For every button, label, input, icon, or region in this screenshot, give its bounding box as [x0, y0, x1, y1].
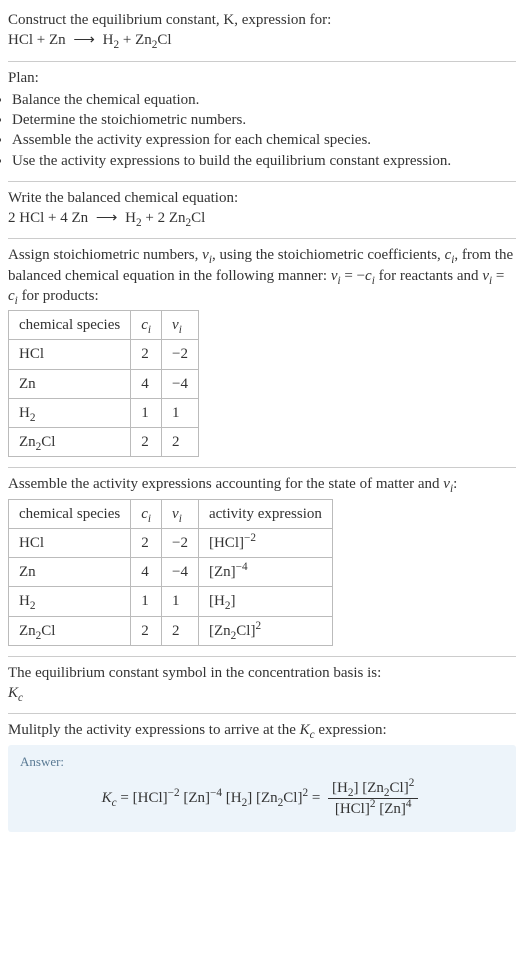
balanced-rhs: H2 + 2 Zn2Cl [125, 210, 205, 226]
table-row: H2 1 1 [9, 398, 199, 427]
cell-nui: 2 [162, 428, 199, 457]
arrow-icon: ⟶ [92, 208, 122, 228]
cell-nui: −4 [162, 369, 199, 398]
cell-ci: 1 [131, 398, 162, 427]
cell-nui: 2 [162, 616, 199, 645]
reactants: HCl + Zn [8, 32, 66, 48]
cell-species: Zn [9, 558, 131, 587]
balanced-equation: 2 HCl + 4 Zn ⟶ H2 + 2 Zn2Cl [8, 208, 516, 228]
denominator: [HCl]2 [Zn]4 [328, 799, 418, 819]
balanced-heading: Write the balanced chemical equation: [8, 188, 516, 208]
list-item: Balance the chemical equation. [12, 90, 516, 110]
cell-ci: 2 [131, 616, 162, 645]
plan-list: Balance the chemical equation. Determine… [8, 90, 516, 171]
table-row: HCl 2 −2 [9, 340, 199, 369]
col-species: chemical species [9, 311, 131, 340]
cell-activity: [Zn2Cl]2 [198, 616, 332, 645]
unbalanced-equation: HCl + Zn ⟶ H2 + Zn2Cl [8, 30, 516, 50]
list-item: Determine the stoichiometric numbers. [12, 110, 516, 130]
cell-ci: 1 [131, 587, 162, 616]
cell-species: H2 [9, 398, 131, 427]
activity-heading: Assemble the activity expressions accoun… [8, 474, 516, 494]
col-nui: νi [162, 499, 199, 528]
multiply-text: Mulitply the activity expressions to arr… [8, 720, 516, 740]
cell-species: HCl [9, 528, 131, 557]
cell-nui: −2 [162, 528, 199, 557]
plan-heading: Plan: [8, 68, 516, 88]
kc-symbol: Kc [8, 683, 516, 703]
assign-text: Assign stoichiometric numbers, νi, using… [8, 245, 516, 306]
list-item: Assemble the activity expression for eac… [12, 130, 516, 150]
kc-section: The equilibrium constant symbol in the c… [8, 657, 516, 715]
cell-species: Zn2Cl [9, 428, 131, 457]
kc-text: The equilibrium constant symbol in the c… [8, 663, 516, 683]
table-header-row: chemical species ci νi activity expressi… [9, 499, 333, 528]
products: H2 + Zn2Cl [103, 32, 172, 48]
table-row: Zn2Cl 2 2 [9, 428, 199, 457]
balanced-section: Write the balanced chemical equation: 2 … [8, 182, 516, 240]
activity-section: Assemble the activity expressions accoun… [8, 468, 516, 657]
problem-statement: Construct the equilibrium constant, K, e… [8, 4, 516, 62]
answer-label: Answer: [20, 753, 504, 771]
list-item: Use the activity expressions to build th… [12, 151, 516, 171]
activity-table: chemical species ci νi activity expressi… [8, 499, 333, 646]
cell-nui: −2 [162, 340, 199, 369]
table-row: Zn2Cl 2 2 [Zn2Cl]2 [9, 616, 333, 645]
arrow-icon: ⟶ [69, 30, 99, 50]
cell-nui: 1 [162, 587, 199, 616]
cell-ci: 4 [131, 558, 162, 587]
cell-species: HCl [9, 340, 131, 369]
cell-ci: 2 [131, 340, 162, 369]
table-header-row: chemical species ci νi [9, 311, 199, 340]
cell-nui: 1 [162, 398, 199, 427]
col-activity: activity expression [198, 499, 332, 528]
balanced-lhs: 2 HCl + 4 Zn [8, 210, 88, 226]
table-row: Zn 4 −4 [Zn]−4 [9, 558, 333, 587]
cell-ci: 4 [131, 369, 162, 398]
table-row: H2 1 1 [H2] [9, 587, 333, 616]
table-row: Zn 4 −4 [9, 369, 199, 398]
col-species: chemical species [9, 499, 131, 528]
answer-section: Mulitply the activity expressions to arr… [8, 714, 516, 841]
cell-species: H2 [9, 587, 131, 616]
intro-line1: Construct the equilibrium constant, K, e… [8, 12, 331, 28]
answer-equation: Kc = [HCl]−2 [Zn]−4 [H2] [Zn2Cl]2 = [H2]… [20, 774, 504, 820]
plan-section: Plan: Balance the chemical equation. Det… [8, 62, 516, 182]
cell-species: Zn2Cl [9, 616, 131, 645]
col-nui: νi [162, 311, 199, 340]
cell-activity: [Zn]−4 [198, 558, 332, 587]
col-ci: ci [131, 311, 162, 340]
assign-section: Assign stoichiometric numbers, νi, using… [8, 239, 516, 468]
cell-ci: 2 [131, 428, 162, 457]
cell-activity: [H2] [198, 587, 332, 616]
answer-box: Answer: Kc = [HCl]−2 [Zn]−4 [H2] [Zn2Cl]… [8, 745, 516, 832]
stoich-table: chemical species ci νi HCl 2 −2 Zn 4 −4 … [8, 310, 199, 457]
col-ci: ci [131, 499, 162, 528]
cell-species: Zn [9, 369, 131, 398]
cell-ci: 2 [131, 528, 162, 557]
fraction: [H2] [Zn2Cl]2[HCl]2 [Zn]4 [328, 778, 418, 820]
cell-activity: [HCl]−2 [198, 528, 332, 557]
numerator: [H2] [Zn2Cl]2 [328, 778, 418, 799]
table-row: HCl 2 −2 [HCl]−2 [9, 528, 333, 557]
cell-nui: −4 [162, 558, 199, 587]
